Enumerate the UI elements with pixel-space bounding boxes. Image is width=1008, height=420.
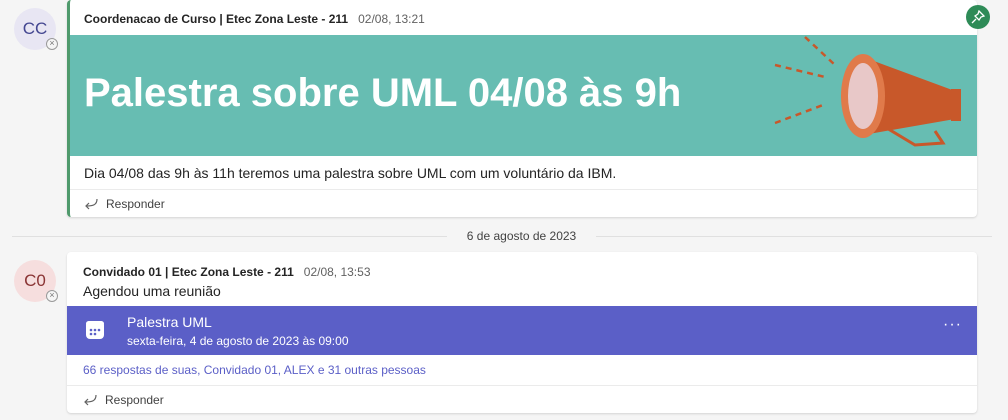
reply-button[interactable]: Responder — [67, 385, 977, 413]
presence-offline-icon: × — [46, 290, 58, 302]
calendar-icon — [86, 321, 104, 339]
reply-button[interactable]: Responder — [70, 189, 977, 217]
post-author[interactable]: Convidado 01 | Etec Zona Leste - 211 — [83, 265, 294, 279]
reply-label: Responder — [106, 196, 165, 211]
post-timestamp: 02/08, 13:53 — [303, 265, 371, 279]
banner-title: Palestra sobre UML 04/08 às 9h — [84, 71, 682, 115]
meeting-date: sexta-feira, 4 de agosto de 2023 às 09:0… — [127, 334, 349, 348]
post-subtitle: Agendou uma reunião — [83, 283, 221, 299]
date-divider-label: 6 de agosto de 2023 — [466, 229, 577, 243]
avatar-initials: C0 — [24, 271, 46, 290]
more-options-button[interactable]: ··· — [943, 316, 962, 334]
announcement-banner: Palestra sobre UML 04/08 às 9h — [70, 35, 977, 156]
date-divider-line — [596, 236, 992, 237]
responses-link[interactable]: 66 respostas de suas, Convidado 01, ALEX… — [83, 363, 426, 377]
meeting-post: Convidado 01 | Etec Zona Leste - 211 02/… — [67, 252, 977, 413]
pin-icon[interactable] — [966, 5, 990, 29]
reply-arrow-icon — [84, 394, 97, 405]
post-timestamp: 02/08, 13:21 — [358, 12, 425, 26]
meeting-card[interactable]: Palestra UML sexta-feira, 4 de agosto de… — [67, 306, 977, 355]
megaphone-illustration — [774, 36, 961, 147]
reply-arrow-icon — [85, 198, 98, 209]
post-header: Convidado 01 | Etec Zona Leste - 211 02/… — [83, 265, 371, 279]
announcement-post: Coordenacao de Curso | Etec Zona Leste -… — [67, 0, 977, 217]
post-author[interactable]: Coordenacao de Curso | Etec Zona Leste -… — [84, 12, 348, 26]
meeting-title: Palestra UML — [127, 314, 212, 330]
post-body: Dia 04/08 das 9h às 11h teremos uma pale… — [84, 165, 617, 181]
presence-offline-icon: × — [46, 38, 58, 50]
date-divider-line — [12, 236, 447, 237]
avatar-initials: CC — [22, 19, 48, 38]
post-header: Coordenacao de Curso | Etec Zona Leste -… — [84, 12, 425, 26]
reply-label: Responder — [105, 392, 164, 407]
